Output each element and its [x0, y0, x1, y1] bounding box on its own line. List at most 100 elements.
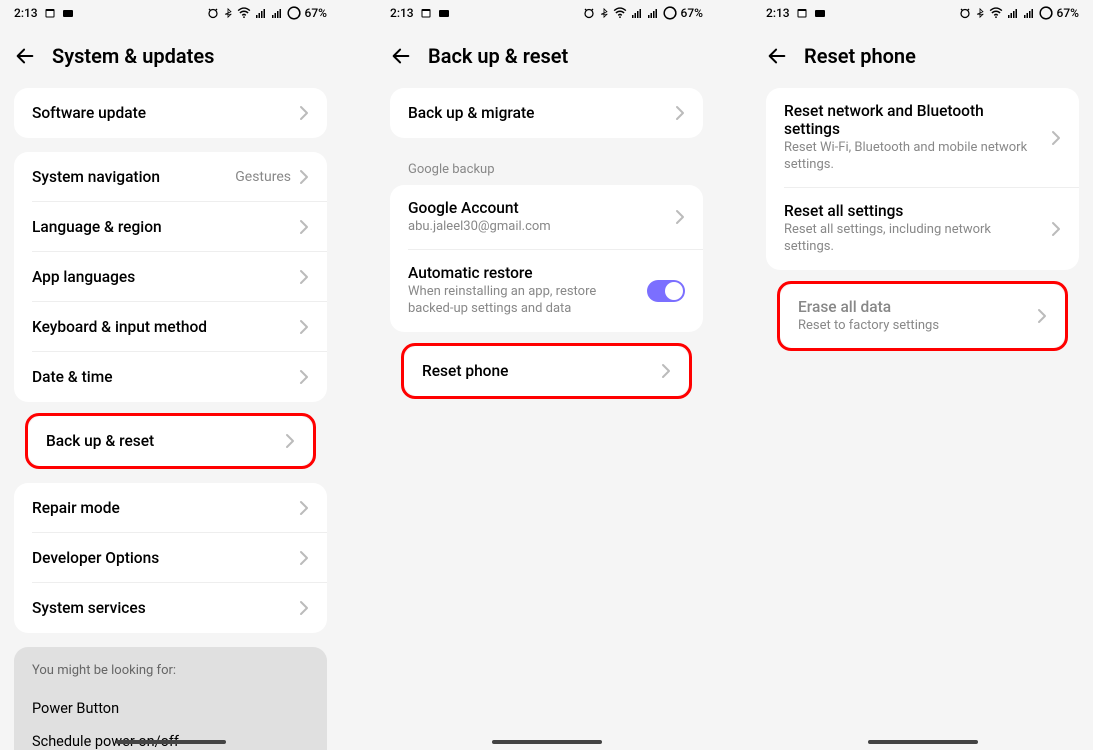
wifi-icon	[613, 7, 627, 19]
toggle-automatic-restore[interactable]	[647, 280, 685, 302]
chevron-right-icon	[675, 105, 685, 121]
row-erase-all-data[interactable]: Erase all data Reset to factory settings	[780, 284, 1065, 349]
phone-screen-1: 2:13	[0, 0, 341, 750]
battery-circle-icon	[663, 6, 677, 20]
chevron-right-icon	[299, 269, 309, 285]
row-label: Repair mode	[32, 499, 120, 517]
nav-handle[interactable]	[492, 740, 602, 744]
row-backup-migrate[interactable]: Back up & migrate	[390, 88, 703, 138]
highlight-reset-phone: Reset phone	[401, 343, 692, 399]
card-icon	[62, 8, 74, 18]
row-software-update[interactable]: Software update	[14, 88, 327, 138]
row-label: Keyboard & input method	[32, 318, 207, 336]
chevron-right-icon	[299, 169, 309, 185]
battery-percent: 67%	[305, 6, 327, 20]
signal-icon-1	[1007, 8, 1019, 18]
bluetooth-icon	[599, 7, 609, 19]
row-system-services[interactable]: System services	[14, 583, 327, 633]
row-desc: abu.jaleel30@gmail.com	[408, 219, 665, 236]
row-label: Back up & migrate	[408, 104, 534, 122]
bluetooth-icon	[223, 7, 233, 19]
row-automatic-restore[interactable]: Automatic restore When reinstalling an a…	[390, 250, 703, 332]
back-button[interactable]	[766, 45, 788, 67]
back-button[interactable]	[14, 45, 36, 67]
signal-icon-1	[631, 8, 643, 18]
calendar-icon	[796, 7, 808, 19]
row-desc: Reset all settings, including network se…	[784, 222, 1041, 256]
row-title: Reset all settings	[784, 202, 1041, 220]
phone-screen-3: 2:13 67% Reset phone Reset network and B…	[752, 0, 1093, 750]
page-title: Reset phone	[804, 44, 916, 68]
chevron-right-icon	[299, 550, 309, 566]
status-bar: 2:13 67%	[376, 0, 717, 26]
row-date-time[interactable]: Date & time	[14, 352, 327, 402]
nav-handle[interactable]	[868, 740, 978, 744]
highlight-erase-all-data: Erase all data Reset to factory settings	[777, 281, 1068, 352]
row-keyboard-input[interactable]: Keyboard & input method	[14, 302, 327, 352]
chevron-right-icon	[1037, 308, 1047, 324]
nav-handle[interactable]	[116, 740, 226, 744]
row-label: Developer Options	[32, 549, 159, 567]
suggestions-card: You might be looking for: Power Button S…	[14, 647, 327, 750]
chevron-right-icon	[299, 105, 309, 121]
chevron-right-icon	[299, 219, 309, 235]
wifi-icon	[237, 7, 251, 19]
status-time: 2:13	[390, 6, 414, 20]
status-bar: 2:13	[0, 0, 341, 26]
status-time: 2:13	[14, 6, 38, 20]
alarm-icon	[207, 7, 219, 19]
row-label: Language & region	[32, 218, 162, 236]
row-language-region[interactable]: Language & region	[14, 202, 327, 252]
chevron-right-icon	[675, 209, 685, 225]
suggestion-item[interactable]: Schedule power on/off	[32, 725, 309, 750]
card-icon	[438, 8, 450, 18]
row-google-account[interactable]: Google Account abu.jaleel30@gmail.com	[390, 185, 703, 250]
status-time: 2:13	[766, 6, 790, 20]
signal-icon-2	[647, 8, 659, 18]
card-icon	[814, 8, 826, 18]
row-title: Google Account	[408, 199, 665, 217]
bluetooth-icon	[975, 7, 985, 19]
page-title: System & updates	[52, 44, 214, 68]
highlight-backup-reset: Back up & reset	[25, 413, 316, 469]
signal-icon-1	[255, 8, 267, 18]
row-title: Erase all data	[798, 298, 1027, 316]
back-button[interactable]	[390, 45, 412, 67]
chevron-right-icon	[299, 319, 309, 335]
chevron-right-icon	[1051, 221, 1061, 237]
row-reset-all-settings[interactable]: Reset all settings Reset all settings, i…	[766, 188, 1079, 270]
row-repair-mode[interactable]: Repair mode	[14, 483, 327, 533]
alarm-icon	[583, 7, 595, 19]
row-developer-options[interactable]: Developer Options	[14, 533, 327, 583]
header: System & updates	[0, 26, 341, 88]
chevron-right-icon	[299, 369, 309, 385]
row-system-navigation[interactable]: System navigation Gestures	[14, 152, 327, 202]
calendar-icon	[44, 7, 56, 19]
row-label: Reset phone	[422, 362, 508, 380]
alarm-icon	[959, 7, 971, 19]
row-app-languages[interactable]: App languages	[14, 252, 327, 302]
calendar-icon	[420, 7, 432, 19]
signal-icon-2	[271, 8, 283, 18]
page-title: Back up & reset	[428, 44, 568, 68]
row-label: App languages	[32, 268, 135, 286]
row-desc: Reset to factory settings	[798, 318, 1027, 335]
row-backup-reset[interactable]: Back up & reset	[28, 416, 313, 466]
row-label: Date & time	[32, 368, 113, 386]
chevron-right-icon	[1051, 130, 1061, 146]
signal-icon-2	[1023, 8, 1035, 18]
section-header-google-backup: Google backup	[390, 152, 703, 185]
battery-circle-icon	[287, 6, 301, 20]
chevron-right-icon	[285, 433, 295, 449]
row-desc: Reset Wi-Fi, Bluetooth and mobile networ…	[784, 140, 1041, 174]
header: Back up & reset	[376, 26, 717, 88]
row-reset-network[interactable]: Reset network and Bluetooth settings Res…	[766, 88, 1079, 188]
row-reset-phone[interactable]: Reset phone	[404, 346, 689, 396]
row-label: Back up & reset	[46, 432, 154, 450]
chevron-right-icon	[661, 363, 671, 379]
row-title: Automatic restore	[408, 264, 637, 282]
battery-percent: 67%	[1057, 6, 1079, 20]
suggestion-item[interactable]: Power Button	[32, 692, 309, 725]
header: Reset phone	[752, 26, 1093, 88]
battery-circle-icon	[1039, 6, 1053, 20]
